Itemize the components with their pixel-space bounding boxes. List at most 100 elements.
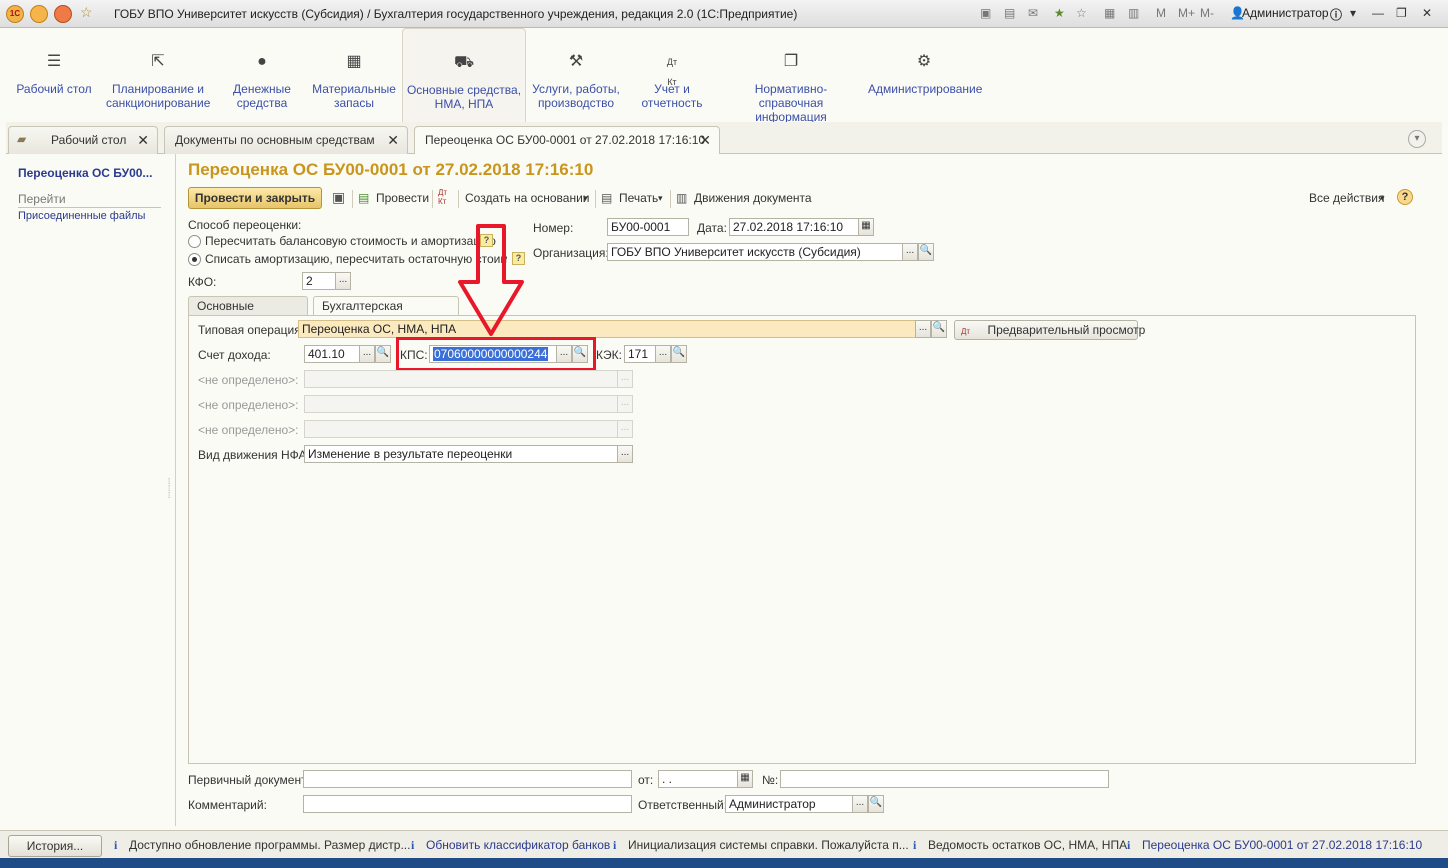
planning-icon: ⇱ xyxy=(151,53,165,70)
select-button[interactable]: ... xyxy=(915,320,931,338)
tab-desktop[interactable]: ▰ Рабочий стол ✕ xyxy=(8,126,158,154)
status-message-text: Переоценка ОС БУ00-0001 от 27.02.2018 17… xyxy=(1142,838,1423,852)
select-button[interactable]: ... xyxy=(359,345,375,363)
search-icon[interactable]: 🔍 xyxy=(931,320,947,338)
nav-title[interactable]: Переоценка ОС БУ00... xyxy=(18,166,152,180)
chevron-down-icon[interactable]: ▾ xyxy=(1350,6,1356,20)
number-field[interactable]: БУ00-0001 xyxy=(607,218,689,236)
select-button[interactable]: ... xyxy=(852,795,868,813)
section-admin[interactable]: ⚙ Администрирование xyxy=(868,28,982,122)
section-accounting[interactable]: Дт Кт Учет и отчетность xyxy=(636,28,708,122)
save-icon[interactable]: ▣ xyxy=(332,189,345,206)
memory-mplus-button[interactable]: M+ xyxy=(1178,6,1195,20)
select-button[interactable]: ... xyxy=(335,272,351,290)
chevron-down-icon[interactable]: ▾ xyxy=(583,193,588,204)
calendar-icon[interactable]: ▦ xyxy=(737,770,753,788)
organization-field[interactable]: ГОБУ ВПО Университет искусств (Субсидия) xyxy=(607,243,903,261)
select-button[interactable]: ... xyxy=(617,445,633,463)
print-icon[interactable]: ▤ xyxy=(1004,6,1015,20)
mail-icon[interactable]: ✉ xyxy=(1028,6,1038,20)
memory-mminus-button[interactable]: M- xyxy=(1200,6,1214,20)
section-materials[interactable]: ▦ Материальные запасы xyxy=(312,28,396,122)
section-fixed-assets[interactable]: ⛟ Основные средства, НМА, НПА xyxy=(402,28,526,122)
status-message[interactable]: i Переоценка ОС БУ00-0001 от 27.02.2018 1… xyxy=(1127,838,1422,853)
section-money[interactable]: ● Денежные средства xyxy=(226,28,298,122)
number-label: Номер: xyxy=(533,221,574,235)
help-icon[interactable]: ? xyxy=(1397,189,1413,205)
post-and-close-button[interactable]: Провести и закрыть xyxy=(188,187,322,209)
responsible-field[interactable]: Администратор xyxy=(725,795,853,813)
select-button[interactable]: ... xyxy=(902,243,918,261)
from-date-field[interactable]: . . xyxy=(658,770,738,788)
document-movements-button[interactable]: Движения документа xyxy=(694,191,812,205)
select-button: ... xyxy=(617,395,633,413)
print-button[interactable]: Печать xyxy=(619,191,658,205)
section-reference[interactable]: ❐ Нормативно-справочная информация xyxy=(724,28,858,124)
kek-label: КЭК: xyxy=(596,348,622,362)
nav-attached-files[interactable]: Присоединенные файлы xyxy=(18,210,145,222)
tabs-dropdown-icon[interactable]: ▾ xyxy=(1408,130,1426,148)
section-planning[interactable]: ⇱ Планирование и санкционирование xyxy=(106,28,210,122)
typical-operation-field[interactable]: Переоценка ОС, НМА, НПА xyxy=(298,320,916,338)
tab-revaluation[interactable]: Переоценка ОС БУ00-0001 от 27.02.2018 17… xyxy=(414,126,720,155)
primary-doc-field[interactable] xyxy=(303,770,632,788)
panel-collapse-handle[interactable]: ⁞ ⁞ ⁞ xyxy=(168,478,170,500)
calendar-icon[interactable]: ▥ xyxy=(1128,6,1139,20)
calendar-icon[interactable]: ▦ xyxy=(858,218,874,236)
responsible-label: Ответственный: xyxy=(638,798,728,812)
calculator-icon[interactable]: ▦ xyxy=(1104,6,1115,20)
tab-documents[interactable]: Документы по основным средствам ✕ xyxy=(164,126,408,154)
bookmark-icon[interactable]: ☆ xyxy=(1076,6,1087,20)
section-desktop[interactable]: ☰ Рабочий стол xyxy=(16,28,92,122)
post-button[interactable]: Провести xyxy=(376,191,429,205)
search-icon[interactable]: 🔍 xyxy=(671,345,687,363)
status-message[interactable]: i Инициализация системы справки. Пожалуйс… xyxy=(613,838,909,853)
close-icon[interactable]: ✕ xyxy=(137,132,149,149)
maximize-button[interactable]: ❐ xyxy=(1396,6,1407,20)
search-icon[interactable]: 🔍 xyxy=(868,795,884,813)
memory-m-button[interactable]: M xyxy=(1156,6,1166,20)
kfo-field[interactable]: 2 xyxy=(302,272,336,290)
history-button[interactable]: История... xyxy=(8,835,102,857)
create-based-button[interactable]: Создать на основании xyxy=(465,191,590,205)
save-icon[interactable]: ▣ xyxy=(980,6,991,20)
favorite-star-icon[interactable]: ☆ xyxy=(80,4,93,21)
chevron-down-icon[interactable]: ▾ xyxy=(658,193,663,204)
nfa-movement-field[interactable]: Изменение в результате переоценки xyxy=(304,445,618,463)
doc-number-field[interactable] xyxy=(780,770,1109,788)
kek-field[interactable]: 171 xyxy=(624,345,656,363)
no-label: №: xyxy=(762,773,779,787)
add-favorite-icon[interactable]: ★ xyxy=(1054,6,1065,20)
dt-kt-icon[interactable]: Дт Кт xyxy=(438,188,447,206)
status-message[interactable]: i Доступно обновление программы. Размер д… xyxy=(114,838,410,853)
tab-fixed-assets[interactable]: Основные средства xyxy=(188,296,308,327)
search-icon[interactable]: 🔍 xyxy=(375,345,391,363)
method-radio-2[interactable] xyxy=(188,253,201,266)
close-button[interactable]: ✕ xyxy=(1422,6,1432,20)
chevron-down-icon[interactable]: ▾ xyxy=(1380,193,1385,204)
close-icon[interactable]: ✕ xyxy=(699,132,711,149)
user-name[interactable]: Администратор xyxy=(1242,6,1329,20)
minimize-button[interactable]: — xyxy=(1372,6,1384,20)
main-menu-icon[interactable] xyxy=(30,5,48,23)
income-account-field[interactable]: 401.10 xyxy=(304,345,360,363)
method-option-1[interactable]: Пересчитать балансовую стоимость и аморт… xyxy=(205,234,496,248)
date-field[interactable]: 27.02.2018 17:16:10 xyxy=(729,218,859,236)
select-button[interactable]: ... xyxy=(655,345,671,363)
search-icon[interactable]: 🔍 xyxy=(918,243,934,261)
toolbar-divider xyxy=(458,190,459,208)
status-message-text: Ведомость остатков ОС, НМА, НПА xyxy=(928,838,1128,852)
section-services[interactable]: ⚒ Услуги, работы, производство xyxy=(532,28,620,122)
comment-field[interactable] xyxy=(303,795,632,813)
section-label: Рабочий стол xyxy=(16,82,92,96)
preview-button[interactable]: Дт Предварительный просмотр xyxy=(954,320,1145,340)
all-actions-button[interactable]: Все действия xyxy=(1309,191,1384,205)
info-icon[interactable]: ⓘ xyxy=(1330,6,1342,23)
close-icon[interactable]: ✕ xyxy=(387,132,399,149)
document-form: Переоценка ОС БУ00-0001 от 27.02.2018 17… xyxy=(176,154,1442,826)
status-message[interactable]: i Обновить классификатор банков xyxy=(411,838,610,853)
status-message[interactable]: i Ведомость остатков ОС, НМА, НПА xyxy=(913,838,1127,853)
back-icon[interactable] xyxy=(54,5,72,23)
tab-accounting-operation[interactable]: Бухгалтерская операция xyxy=(313,296,459,327)
method-radio-1[interactable] xyxy=(188,235,201,248)
